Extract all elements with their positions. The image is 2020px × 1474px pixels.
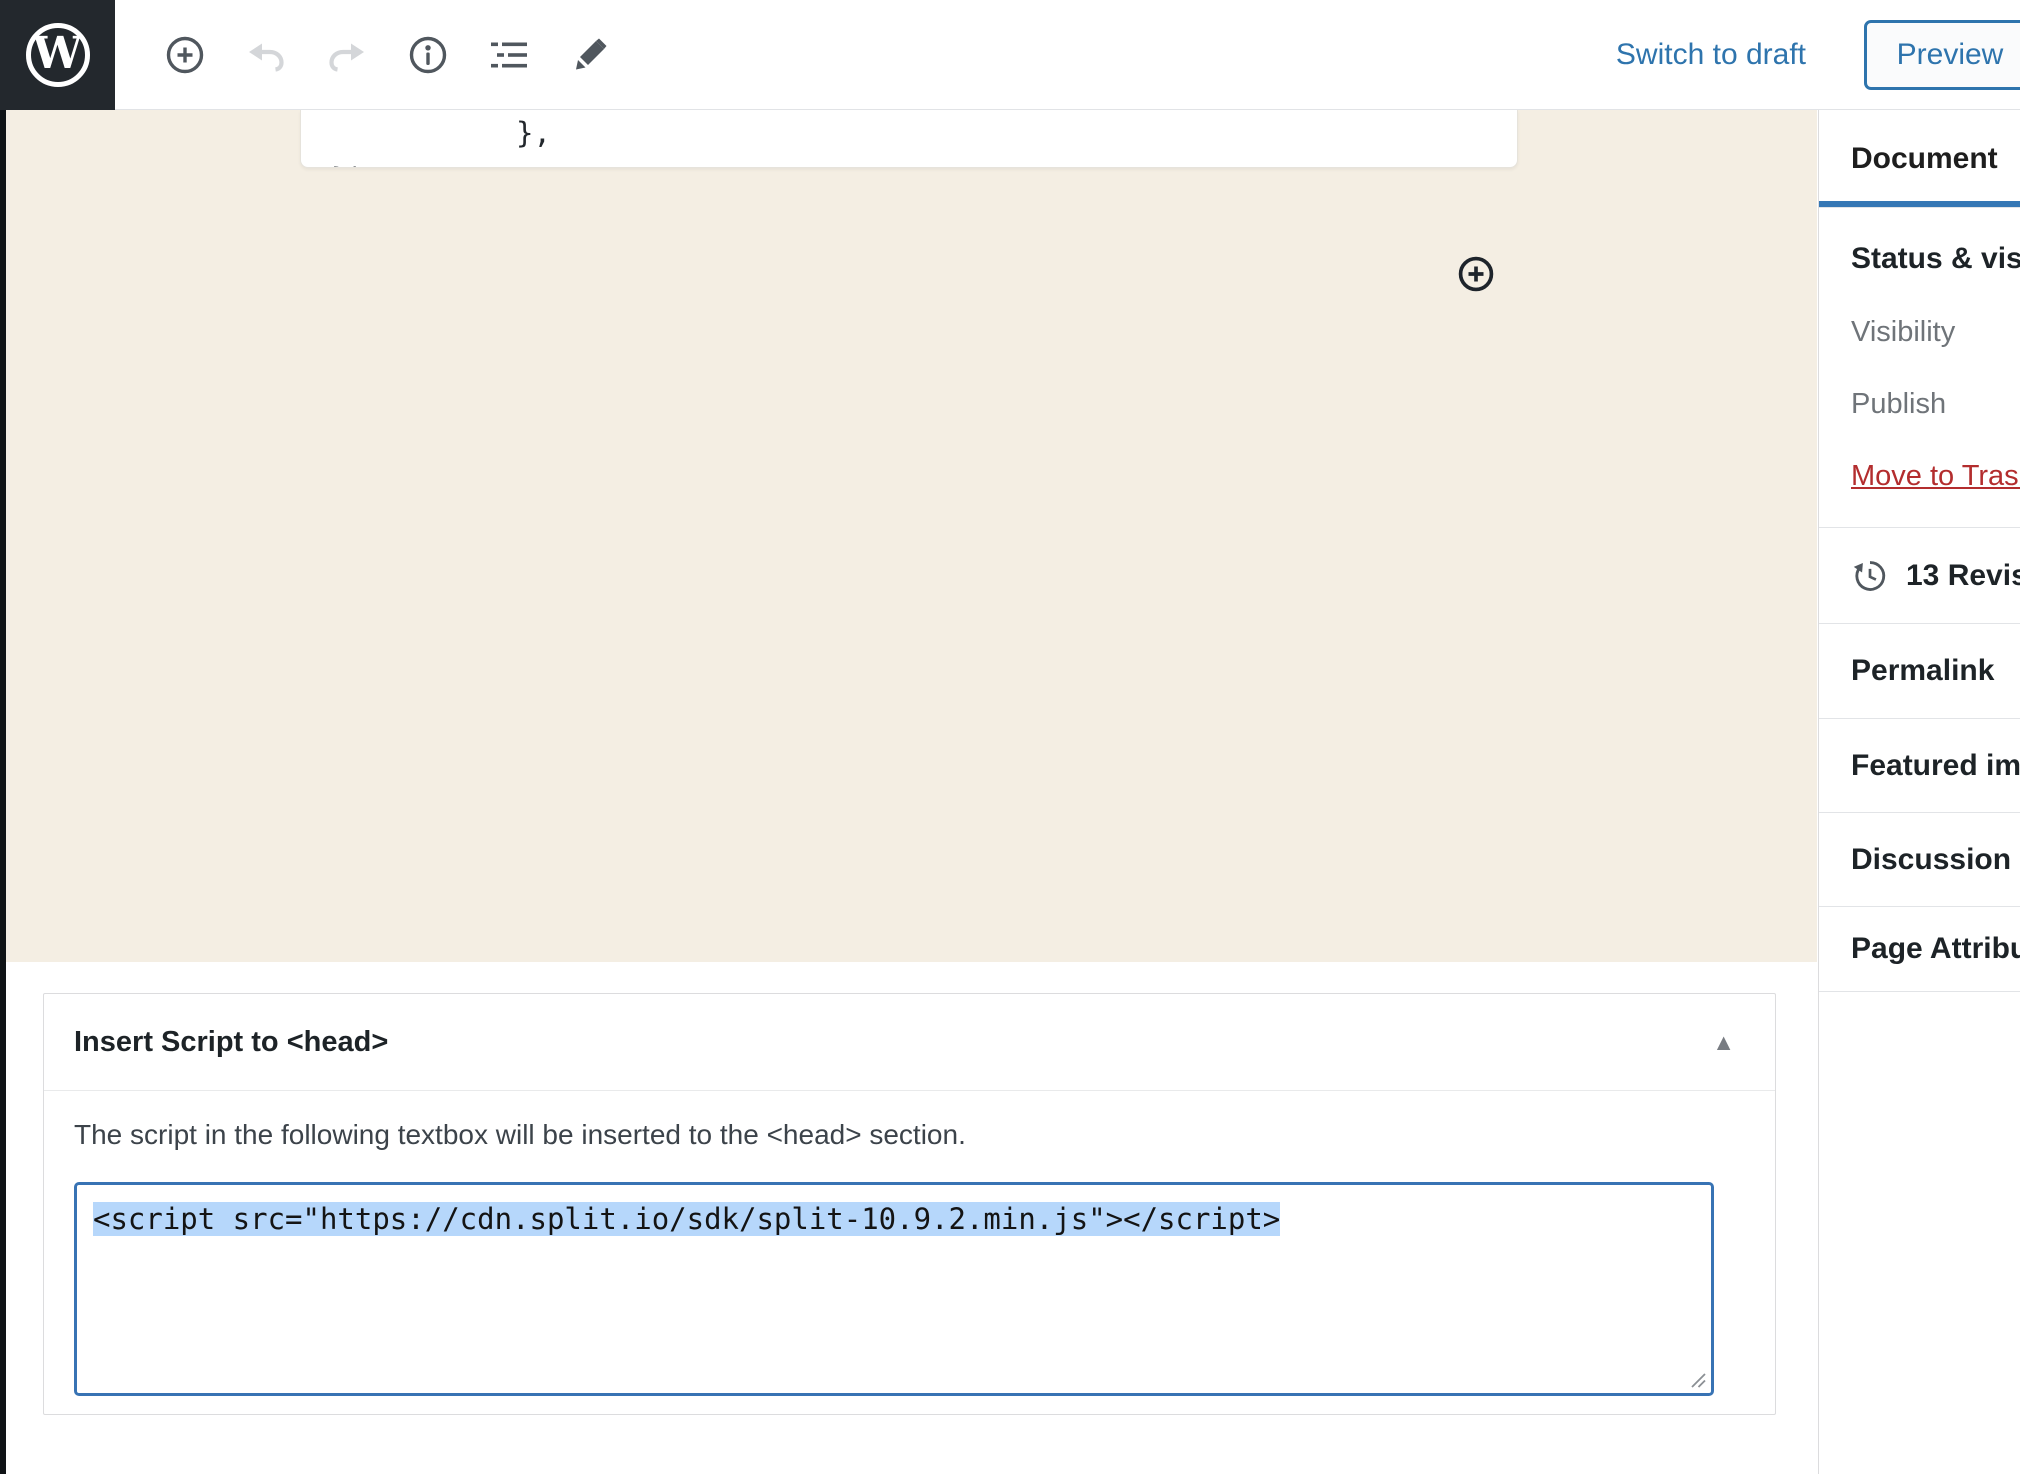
redo-button[interactable] bbox=[322, 30, 372, 80]
redo-icon bbox=[323, 31, 371, 79]
top-bar-actions: Switch to draft Preview bbox=[1616, 0, 2020, 110]
editor-top-bar: W bbox=[0, 0, 2020, 110]
revisions-row[interactable]: 13 Revisions bbox=[1819, 528, 2020, 624]
status-visibility-panel: Status & visibility Visibility Publish M… bbox=[1819, 208, 2020, 528]
metabox-description: The script in the following textbox will… bbox=[74, 1119, 1745, 1153]
selected-script-text: <script src="https://cdn.split.io/sdk/sp… bbox=[93, 1202, 1280, 1236]
code-line: }) bbox=[301, 156, 1517, 168]
tab-document[interactable]: Document bbox=[1819, 110, 2020, 207]
permalink-panel[interactable]: Permalink bbox=[1819, 624, 2020, 719]
undo-icon bbox=[242, 31, 290, 79]
discussion-panel[interactable]: Discussion bbox=[1819, 813, 2020, 907]
code-block[interactable]: }, }) bbox=[300, 110, 1518, 168]
inserter-icon bbox=[1456, 254, 1496, 294]
wordpress-editor-window: W bbox=[0, 0, 2020, 1474]
settings-sidebar: Document Status & visibility Visibility … bbox=[1818, 110, 2020, 1474]
publish-label: Publish bbox=[1851, 388, 2020, 422]
page-attributes-panel[interactable]: Page Attributes bbox=[1819, 907, 2020, 992]
editor-canvas: }, }) bbox=[6, 110, 1817, 962]
preview-button[interactable]: Preview bbox=[1864, 20, 2020, 90]
collapse-arrow-icon[interactable]: ▲ bbox=[1712, 1031, 1735, 1054]
visibility-label: Visibility bbox=[1851, 316, 2020, 350]
add-block-button[interactable] bbox=[160, 30, 210, 80]
list-view-button[interactable] bbox=[484, 30, 534, 80]
revisions-icon bbox=[1851, 557, 1889, 595]
info-icon bbox=[404, 31, 452, 79]
sidebar-tabbar: Document bbox=[1819, 110, 2020, 208]
undo-button[interactable] bbox=[241, 30, 291, 80]
metabox-body: The script in the following textbox will… bbox=[44, 1091, 1775, 1396]
metabox-header[interactable]: Insert Script to <head> ▲ bbox=[44, 994, 1775, 1091]
revisions-label: 13 Revisions bbox=[1906, 559, 2020, 593]
admin-menu-strip bbox=[0, 110, 6, 1474]
switch-to-draft-link[interactable]: Switch to draft bbox=[1616, 38, 1806, 72]
status-panel-title: Status & visibility bbox=[1851, 242, 2020, 278]
metabox-title: Insert Script to <head> bbox=[74, 1026, 388, 1059]
active-tab-underline bbox=[1819, 201, 2020, 207]
details-button[interactable] bbox=[403, 30, 453, 80]
editor-toolbar bbox=[160, 0, 615, 110]
wordpress-logo-button[interactable]: W bbox=[0, 0, 115, 110]
wordpress-logo: W bbox=[26, 23, 90, 87]
add-block-icon bbox=[161, 31, 209, 79]
head-script-textarea[interactable]: <script src="https://cdn.split.io/sdk/sp… bbox=[74, 1182, 1714, 1396]
move-to-trash-link[interactable]: Move to Trash bbox=[1851, 460, 2020, 494]
list-view-icon bbox=[485, 31, 533, 79]
edit-icon bbox=[566, 31, 614, 79]
edit-mode-button[interactable] bbox=[565, 30, 615, 80]
block-inserter-button[interactable] bbox=[1456, 254, 1496, 294]
code-line: }, bbox=[301, 110, 1517, 156]
metabox-region: Insert Script to <head> ▲ The script in … bbox=[6, 962, 1817, 1474]
insert-script-head-metabox: Insert Script to <head> ▲ The script in … bbox=[43, 993, 1776, 1415]
featured-image-panel[interactable]: Featured image bbox=[1819, 719, 2020, 813]
resize-handle-icon[interactable] bbox=[1689, 1371, 1707, 1389]
